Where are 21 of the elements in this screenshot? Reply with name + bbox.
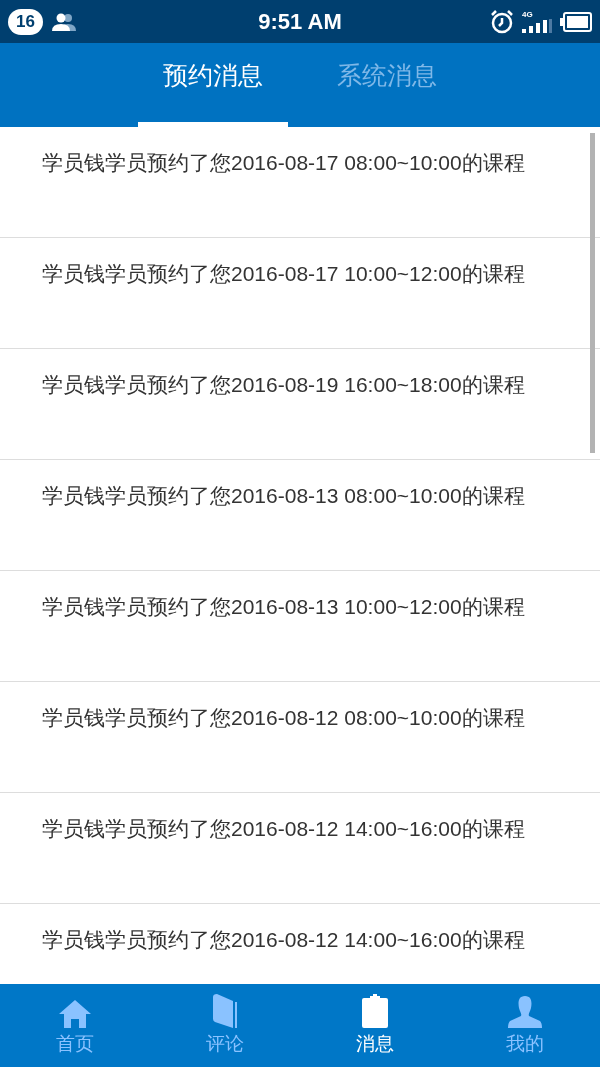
people-icon	[50, 12, 77, 31]
alarm-icon	[490, 9, 514, 34]
tab[interactable]: 预约消息	[138, 51, 288, 127]
person-icon	[507, 995, 543, 1029]
nav-tab[interactable]: 消息	[300, 984, 450, 1067]
message-text[interactable]: 学员钱学员预约了您2016-08-19 16:00~18:00的课程	[42, 367, 570, 403]
book-icon	[211, 993, 239, 1029]
message-text[interactable]: 学员钱学员预约了您2016-08-12 14:00~16:00的课程	[42, 922, 570, 958]
notification-badge: 16	[8, 8, 43, 35]
signal-icon	[522, 19, 552, 33]
status-time: 9:51 AM	[258, 8, 342, 36]
message-text[interactable]: 学员钱学员预约了您2016-08-17 10:00~12:00的课程	[42, 256, 570, 292]
message-text[interactable]: 学员钱学员预约了您2016-08-13 08:00~10:00的课程	[42, 478, 570, 514]
message-text[interactable]: 学员钱学员预约了您2016-08-12 08:00~10:00的课程	[42, 700, 570, 736]
battery-icon	[560, 11, 592, 32]
home-icon	[58, 999, 92, 1029]
message-text[interactable]: 学员钱学员预约了您2016-08-12 14:00~16:00的课程	[42, 811, 570, 847]
network-label: 4G	[522, 10, 533, 19]
message-text[interactable]: 学员钱学员预约了您2016-08-13 10:00~12:00的课程	[42, 589, 570, 625]
message-text[interactable]: 学员钱学员预约了您2016-08-17 08:00~10:00的课程	[42, 145, 570, 181]
clipboard-icon	[361, 993, 389, 1029]
